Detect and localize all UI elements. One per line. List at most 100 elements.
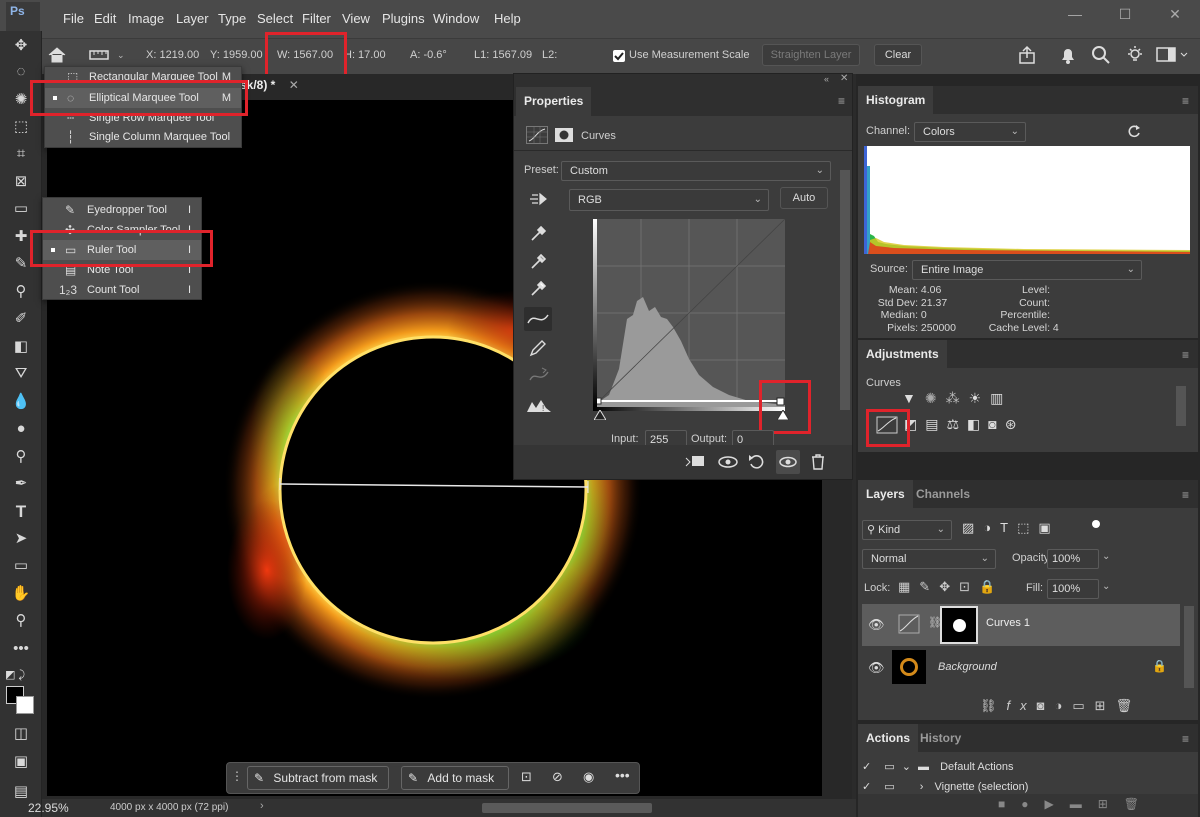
swap-colors-icon[interactable]: ◩ ⤸ bbox=[5, 668, 37, 682]
layer-name[interactable]: Background bbox=[938, 661, 997, 673]
dialog-toggle-icon[interactable]: ▭ bbox=[884, 781, 894, 793]
new-set-icon[interactable]: ▬ bbox=[1070, 797, 1098, 811]
smooth-curve-icon[interactable] bbox=[528, 366, 550, 386]
tab-histogram[interactable]: Histogram bbox=[858, 86, 934, 114]
opacity-chevron-icon[interactable]: ⌄ bbox=[1102, 551, 1110, 562]
source-select[interactable]: Entire Image ⌄ bbox=[912, 260, 1142, 280]
flyout-item-elliptical-marquee[interactable]: ◌ Elliptical Marquee Tool M bbox=[45, 88, 241, 108]
more-options-icon[interactable]: ••• bbox=[615, 767, 630, 783]
flyout-item-count[interactable]: 1₂3 Count Tool I bbox=[43, 280, 201, 300]
layer-filter-kind-select[interactable]: ⚲ Kind ⌄ bbox=[862, 520, 952, 540]
properties-menu-icon[interactable]: ≡ bbox=[838, 94, 845, 108]
close-button[interactable]: ✕ bbox=[1160, 6, 1190, 26]
checkmark-icon[interactable]: ✓ bbox=[862, 781, 871, 793]
smudge-tool-icon[interactable]: ⚲ bbox=[9, 445, 33, 469]
hue-saturation-icon[interactable]: ▤ bbox=[925, 416, 946, 432]
targeted-adjustment-icon[interactable] bbox=[528, 190, 550, 208]
blend-mode-select[interactable]: Normal ⌄ bbox=[862, 549, 996, 569]
layer-name[interactable]: Curves 1 bbox=[986, 617, 1030, 629]
clipping-warning-icon[interactable]: ! bbox=[526, 396, 552, 414]
shape-layer-filter-icon[interactable]: ⬚ bbox=[1017, 520, 1038, 535]
mask-visibility-icon[interactable]: ◉ bbox=[583, 769, 594, 785]
screen-mode-icon[interactable]: ▣ bbox=[9, 750, 33, 774]
measurement-scale-checkbox[interactable] bbox=[613, 50, 625, 62]
status-expand-icon[interactable]: › bbox=[260, 800, 264, 812]
straighten-layer-button[interactable]: Straighten Layer bbox=[762, 44, 860, 66]
channel-select[interactable]: RGB ⌄ bbox=[569, 189, 769, 211]
add-to-mask-button[interactable]: ✎ Add to mask bbox=[401, 766, 509, 790]
workspace-icon[interactable] bbox=[1156, 46, 1190, 64]
clip-to-layer-icon[interactable] bbox=[684, 452, 706, 472]
adjustments-menu-icon[interactable]: ≡ bbox=[1182, 348, 1189, 362]
pixel-layer-filter-icon[interactable]: ▨ bbox=[962, 520, 983, 535]
lock-pixels-icon[interactable]: ✎ bbox=[919, 579, 939, 594]
type-layer-filter-icon[interactable]: T bbox=[1000, 520, 1017, 535]
discover-bulb-icon[interactable] bbox=[1125, 45, 1145, 65]
actions-menu-icon[interactable]: ≡ bbox=[1182, 732, 1189, 746]
auto-button[interactable]: Auto bbox=[780, 187, 828, 209]
minimize-button[interactable]: — bbox=[1060, 6, 1090, 26]
lock-position-icon[interactable]: ✥ bbox=[939, 579, 959, 594]
background-color-swatch[interactable] bbox=[16, 696, 34, 714]
frame-tool-icon[interactable]: ⊠ bbox=[9, 170, 33, 194]
share-icon[interactable] bbox=[1017, 45, 1039, 65]
healing-brush-tool-icon[interactable]: ✚ bbox=[9, 225, 33, 249]
chevron-right-icon[interactable]: › bbox=[920, 781, 924, 793]
lock-transparent-icon[interactable]: ▦ bbox=[898, 579, 919, 594]
close-panel-icon[interactable]: ✕ bbox=[840, 73, 848, 84]
stop-icon[interactable]: ■ bbox=[998, 797, 1021, 811]
blur-tool-icon[interactable]: 💧 bbox=[9, 390, 33, 414]
subtract-from-mask-button[interactable]: ✎ Subtract from mask bbox=[247, 766, 389, 790]
menu-view[interactable]: View bbox=[342, 11, 370, 26]
curves-adjustment-button[interactable] bbox=[876, 416, 900, 438]
mask-options-icon[interactable]: ⊡ bbox=[521, 769, 532, 785]
menu-select[interactable]: Select bbox=[257, 11, 293, 26]
white-point-eyedropper-icon[interactable] bbox=[528, 279, 548, 299]
menu-file[interactable]: File bbox=[63, 11, 84, 26]
tab-adjustments[interactable]: Adjustments bbox=[858, 340, 947, 368]
add-mask-icon[interactable]: ◙ bbox=[1037, 698, 1055, 713]
eye-visibility-icon[interactable]: 👁 bbox=[868, 660, 885, 676]
hand-tool-icon[interactable]: ✋ bbox=[9, 582, 33, 606]
drag-handle-icon[interactable]: ⋮ bbox=[231, 769, 243, 783]
white-point-slider[interactable] bbox=[777, 410, 789, 420]
dialog-toggle-icon[interactable]: ▭ bbox=[884, 761, 894, 773]
black-point-slider[interactable] bbox=[594, 410, 606, 420]
path-selection-tool-icon[interactable]: ➤ bbox=[9, 527, 33, 551]
flyout-item-rect-marquee[interactable]: ⬚ Rectangular Marquee Tool M bbox=[45, 67, 241, 87]
rectangle-tool-icon[interactable]: ▭ bbox=[9, 554, 33, 578]
curves-graph[interactable] bbox=[593, 219, 785, 407]
properties-scrollbar[interactable] bbox=[840, 170, 850, 410]
menu-window[interactable]: Window bbox=[433, 11, 479, 26]
tab-history[interactable]: History bbox=[912, 724, 969, 752]
horizontal-scrollbar[interactable] bbox=[482, 803, 652, 813]
lock-all-icon[interactable]: 🔒 bbox=[979, 579, 1004, 594]
maximize-button[interactable]: ☐ bbox=[1110, 6, 1140, 26]
view-previous-state-icon[interactable] bbox=[716, 452, 740, 472]
new-group-icon[interactable]: ▭ bbox=[1072, 698, 1094, 713]
clone-stamp-tool-icon[interactable]: ⚲ bbox=[9, 280, 33, 304]
color-balance-icon[interactable]: ⚖ bbox=[946, 416, 967, 432]
brightness-contrast-icon[interactable]: ✺ bbox=[925, 390, 946, 406]
menu-type[interactable]: Type bbox=[218, 11, 246, 26]
collapse-panel-icon[interactable]: « bbox=[824, 74, 829, 84]
zoom-tool-icon[interactable]: ⚲ bbox=[9, 609, 33, 633]
reset-icon[interactable] bbox=[747, 452, 767, 472]
more-tools-icon[interactable]: ••• bbox=[9, 637, 33, 661]
exposure-icon[interactable]: ⁂ bbox=[946, 390, 969, 406]
filter-toggle-icon[interactable] bbox=[1092, 520, 1100, 528]
trash-icon[interactable] bbox=[808, 452, 828, 472]
flyout-item-ruler[interactable]: ▭ Ruler Tool I bbox=[43, 240, 201, 260]
dodge-tool-icon[interactable]: ● bbox=[9, 417, 33, 441]
chevron-down-icon[interactable]: ⌄ bbox=[902, 761, 911, 773]
new-layer-icon[interactable]: ⊞ bbox=[1095, 698, 1116, 713]
eye-visibility-icon[interactable]: 👁 bbox=[868, 617, 885, 633]
artboard-lock-icon[interactable]: ⊡ bbox=[959, 579, 979, 594]
crop-tool-icon[interactable]: ⌗ bbox=[9, 142, 33, 166]
layers-scrollbar[interactable] bbox=[1184, 606, 1194, 688]
close-tab-icon[interactable]: ✕ bbox=[289, 78, 299, 92]
measurement-scale-label[interactable]: Use Measurement Scale bbox=[629, 49, 749, 61]
delete-layer-icon[interactable]: 🗑 bbox=[1116, 698, 1143, 713]
fill-field[interactable]: 100% bbox=[1047, 579, 1099, 599]
adjustment-layer-filter-icon[interactable]: ◑ bbox=[983, 520, 1000, 535]
